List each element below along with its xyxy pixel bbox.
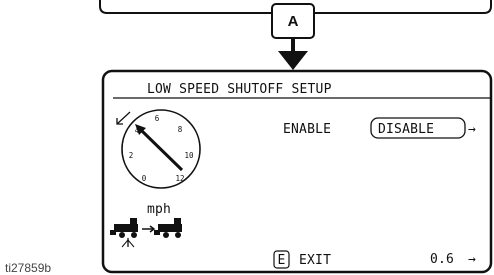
enable-label: ENABLE <box>283 122 331 137</box>
exit-key-letter[interactable]: E <box>277 253 285 268</box>
figure-reference: ti27859b <box>5 261 51 275</box>
speed-value[interactable]: 0.6 <box>430 252 454 267</box>
speed-unit-label: mph <box>147 202 171 217</box>
gauge-number-10: 10 <box>184 151 194 160</box>
gauge-number-2: 2 <box>129 151 134 160</box>
callout-label: A <box>288 13 299 30</box>
exit-label[interactable]: EXIT <box>299 253 331 268</box>
screen-title: LOW SPEED SHUTOFF SETUP <box>147 82 332 97</box>
gauge-number-8: 8 <box>178 125 183 134</box>
gauge-number-12: 12 <box>175 174 184 183</box>
mode-arrow-icon: → <box>468 122 476 137</box>
speed-arrow-icon: → <box>468 252 476 267</box>
callout-a: A <box>271 3 315 70</box>
figure: A LOW SPEED SHUTOFF SETUP 0 2 4 6 8 10 1… <box>5 0 493 275</box>
callout-arrow-head <box>278 51 308 70</box>
gauge-number-0: 0 <box>142 174 147 183</box>
mode-value[interactable]: DISABLE <box>378 122 434 137</box>
mode-dropdown[interactable]: DISABLE <box>370 117 466 139</box>
gauge-number-6: 6 <box>155 114 160 123</box>
speedometer-icon: 0 2 4 6 8 10 12 <box>121 109 201 189</box>
exit-key[interactable]: E <box>273 250 290 269</box>
